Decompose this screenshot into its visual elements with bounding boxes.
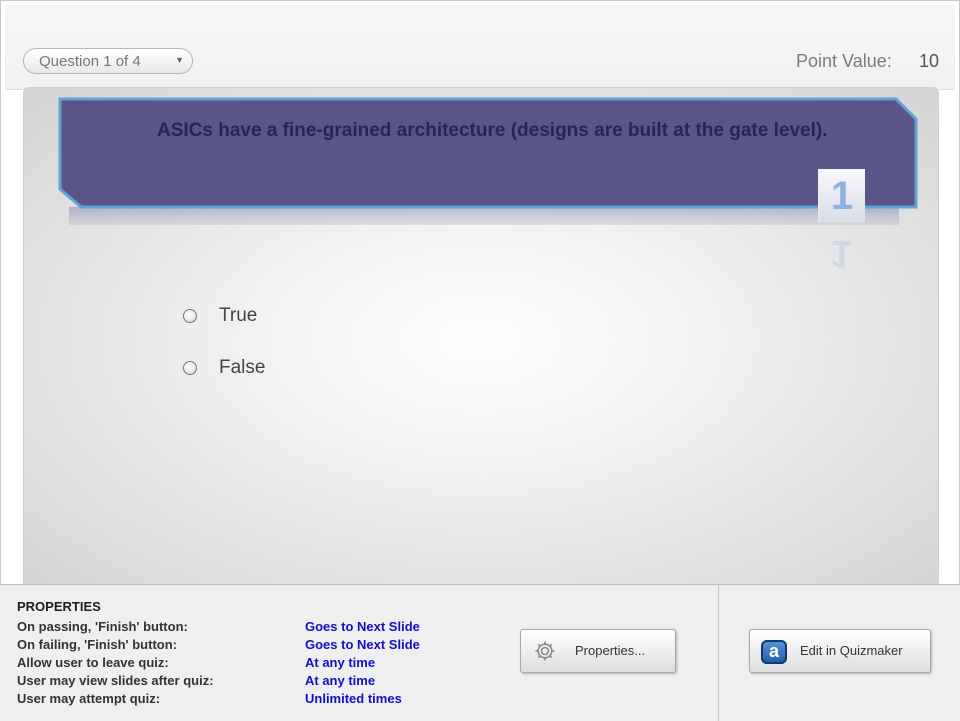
properties-panel: PROPERTIES On passing, 'Finish' button: … — [0, 584, 960, 721]
answer-option-true[interactable]: True — [183, 303, 303, 331]
question-selector-label: Question 1 of 4 — [39, 53, 141, 70]
point-value: 10 — [919, 51, 940, 71]
property-value: Goes to Next Slide — [305, 637, 420, 652]
radio-button[interactable] — [183, 309, 197, 323]
property-label: Allow user to leave quiz: — [17, 655, 169, 670]
property-value: At any time — [305, 673, 376, 688]
question-banner — [58, 97, 918, 225]
question-selector-dropdown[interactable]: Question 1 of 4 ▼ — [23, 48, 193, 74]
question-number-reflection: 1 — [829, 232, 853, 276]
properties-button[interactable]: Properties... — [520, 629, 676, 673]
point-value-label: Point Value: — [796, 51, 892, 71]
property-value: At any time — [305, 655, 376, 670]
properties-button-label: Properties... — [575, 643, 646, 658]
property-value: Unlimited times — [305, 691, 402, 706]
answer-label: False — [219, 357, 266, 378]
answer-option-false[interactable]: False — [183, 355, 303, 383]
edit-in-quizmaker-button[interactable]: a Edit in Quizmaker — [749, 629, 931, 673]
property-label: On passing, 'Finish' button: — [17, 619, 188, 634]
gear-icon — [535, 641, 555, 661]
edit-button-label: Edit in Quizmaker — [800, 643, 903, 658]
panel-divider — [718, 585, 719, 721]
property-label: On failing, 'Finish' button: — [17, 637, 177, 652]
quizmaker-icon: a — [761, 640, 787, 664]
properties-title: PROPERTIES — [17, 599, 101, 614]
property-value: Goes to Next Slide — [305, 619, 420, 634]
question-text: ASICs have a fine-grained architecture (… — [157, 120, 828, 141]
property-label: User may view slides after quiz: — [17, 673, 214, 688]
chevron-down-icon: ▼ — [175, 55, 184, 65]
answer-label: True — [219, 305, 258, 326]
question-number-badge: 1 — [818, 169, 865, 223]
property-label: User may attempt quiz: — [17, 691, 161, 706]
radio-button[interactable] — [183, 361, 197, 375]
